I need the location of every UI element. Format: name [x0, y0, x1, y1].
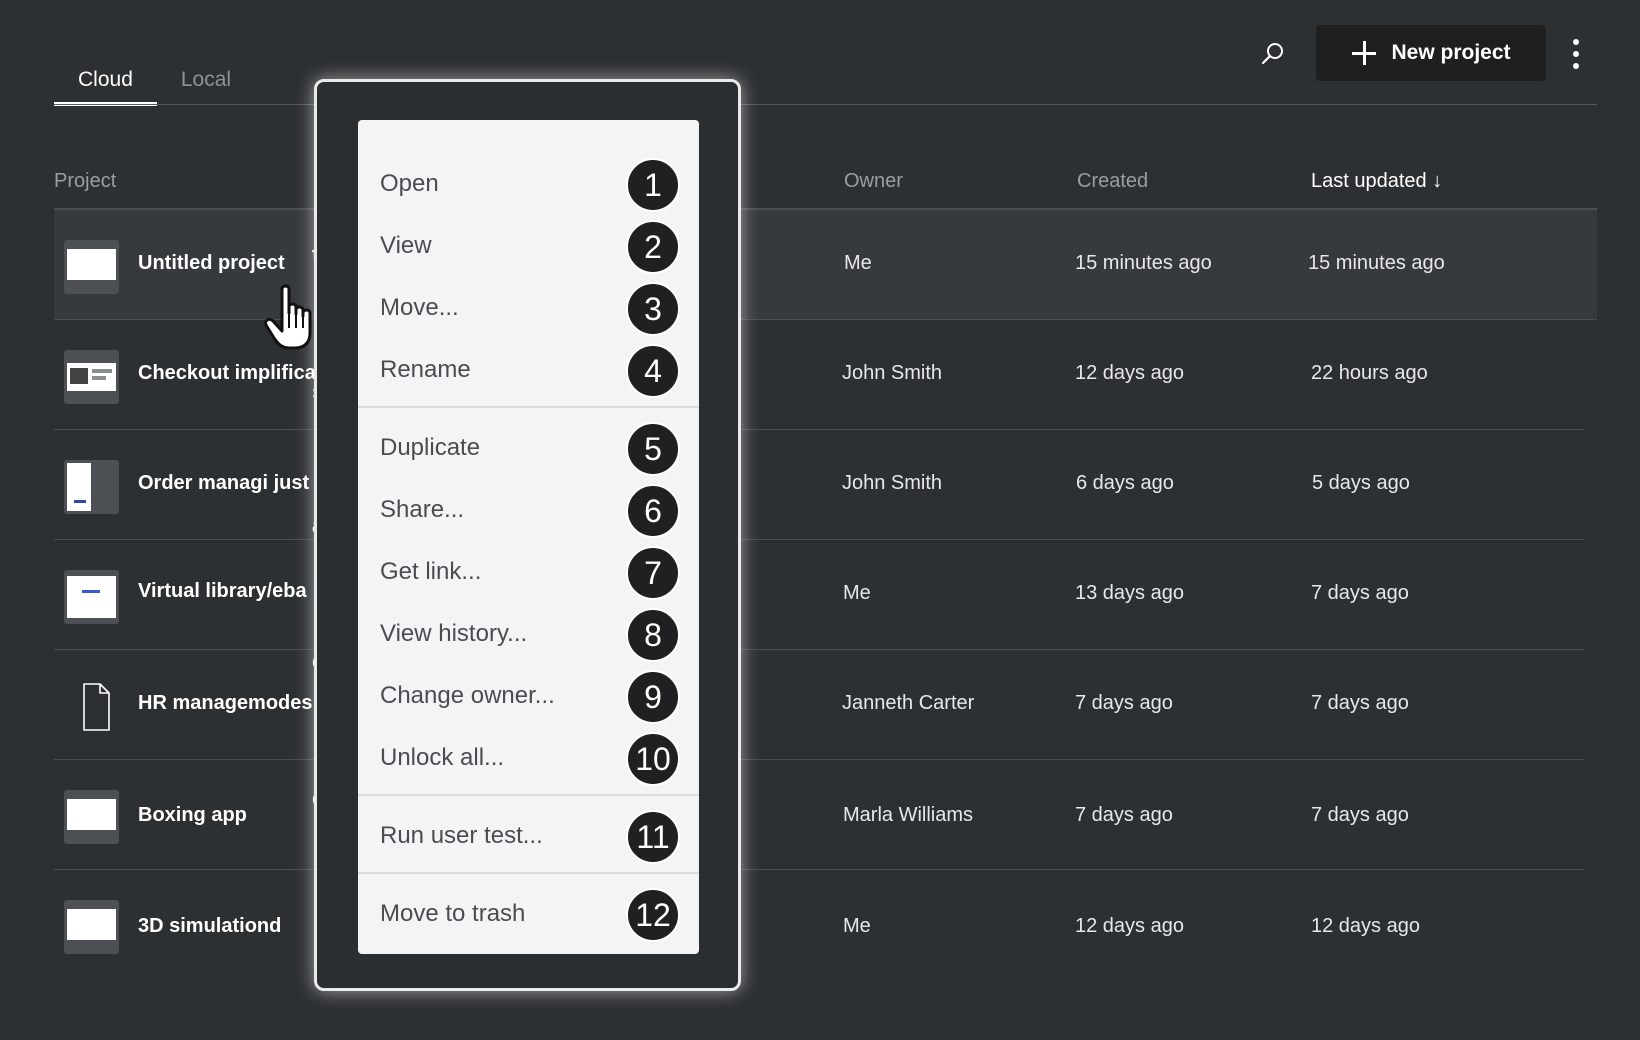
context-menu-callout: Open 1 View 2 Move... 3 Rename 4 Duplica… [314, 79, 741, 991]
project-name: 3D simulationd [138, 915, 282, 937]
kebab-icon [1573, 39, 1579, 45]
project-owner: Me [844, 252, 872, 274]
project-updated: 7 days ago [1311, 692, 1409, 714]
project-thumbnail [64, 350, 119, 404]
number-badge: 6 [626, 484, 680, 538]
menu-item-move[interactable]: Move... 3 [358, 278, 699, 340]
menu-item-unlock-all[interactable]: Unlock all... 10 [358, 728, 699, 790]
table-row[interactable]: HR managemodes Janneth Carter 7 days ago… [54, 650, 1584, 760]
context-menu: Open 1 View 2 Move... 3 Rename 4 Duplica… [358, 120, 699, 954]
project-owner: Marla Williams [843, 804, 973, 826]
project-updated: 5 days ago [1312, 472, 1410, 494]
number-badge: 5 [626, 422, 680, 476]
menu-item-label: View [380, 232, 432, 259]
number-badge: 7 [626, 546, 680, 600]
project-name: Untitled project [138, 252, 285, 274]
sort-down-icon: ↓ [1432, 170, 1443, 192]
number-badge: 11 [626, 810, 680, 864]
project-thumbnail [64, 900, 119, 954]
column-header-created[interactable]: Created [1077, 170, 1148, 193]
menu-item-open[interactable]: Open 1 [358, 154, 699, 216]
table-row[interactable]: Order managi just John Smith 6 days ago … [54, 430, 1584, 540]
hand-cursor-icon [264, 284, 312, 350]
menu-item-view-history[interactable]: View history... 8 [358, 604, 699, 666]
project-owner: Me [843, 915, 871, 937]
new-project-label: New project [1391, 41, 1511, 64]
menu-item-label: Run user test... [380, 822, 543, 849]
project-created: 7 days ago [1075, 804, 1173, 826]
menu-item-get-link[interactable]: Get link... 7 [358, 542, 699, 604]
column-header-last-updated[interactable]: Last updated ↓ [1311, 170, 1442, 193]
number-badge: 10 [626, 732, 680, 786]
table-row[interactable]: Virtual library/eba Me 13 days ago 7 day… [54, 540, 1584, 650]
file-icon [64, 680, 119, 734]
project-thumbnail [64, 240, 119, 294]
plus-icon [1351, 40, 1377, 66]
project-thumbnail [64, 460, 119, 514]
project-thumbnail [64, 790, 119, 844]
column-header-project[interactable]: Project [54, 170, 116, 193]
menu-item-run-user-test[interactable]: Run user test... 11 [358, 806, 699, 868]
project-created: 6 days ago [1076, 472, 1174, 494]
number-badge: 8 [626, 608, 680, 662]
project-owner: Janneth Carter [842, 692, 975, 714]
tab-local[interactable]: Local [157, 62, 255, 106]
project-updated: 22 hours ago [1311, 362, 1428, 384]
menu-item-label: Change owner... [380, 682, 555, 709]
menu-item-label: Duplicate [380, 434, 481, 461]
project-name: Boxing app [138, 804, 247, 826]
header-divider [54, 104, 1597, 105]
menu-item-move-to-trash[interactable]: Move to trash 12 [358, 884, 699, 946]
menu-item-label: Rename [380, 356, 471, 383]
project-updated: 12 days ago [1311, 915, 1420, 937]
project-created: 12 days ago [1075, 915, 1184, 937]
table-row[interactable]: 3D simulationd Me 12 days ago 12 days ag… [54, 870, 1584, 980]
project-name: Checkout implificat [138, 362, 323, 384]
menu-separator [358, 872, 699, 874]
menu-separator [358, 794, 699, 796]
project-owner: John Smith [842, 362, 943, 384]
menu-item-label: Share... [380, 496, 465, 523]
menu-item-view[interactable]: View 2 [358, 216, 699, 278]
menu-separator [358, 406, 699, 408]
number-badge: 1 [626, 158, 680, 212]
menu-item-label: Get link... [380, 558, 482, 585]
search-button[interactable] [1255, 36, 1291, 72]
menu-item-label: Open [380, 170, 439, 197]
project-owner: John Smith [842, 472, 943, 494]
number-badge: 12 [626, 888, 680, 942]
project-updated: 7 days ago [1311, 804, 1409, 826]
more-options-button[interactable] [1564, 36, 1588, 72]
menu-item-duplicate[interactable]: Duplicate 5 [358, 418, 699, 480]
menu-item-label: Move to trash [380, 900, 526, 927]
project-owner: Me [843, 582, 871, 604]
tab-cloud[interactable]: Cloud [54, 62, 157, 106]
project-name: Virtual library/eba [138, 580, 307, 602]
project-updated: 7 days ago [1311, 582, 1409, 604]
project-updated: 15 minutes ago [1308, 252, 1445, 274]
number-badge: 4 [626, 344, 680, 398]
number-badge: 3 [626, 282, 680, 336]
number-badge: 2 [626, 220, 680, 274]
project-created: 12 days ago [1075, 362, 1184, 384]
project-name: Order managi just [138, 472, 310, 494]
project-created: 7 days ago [1075, 692, 1173, 714]
menu-item-share[interactable]: Share... 6 [358, 480, 699, 542]
column-header-owner[interactable]: Owner [844, 170, 903, 193]
number-badge: 9 [626, 670, 680, 724]
project-name: HR managemodes [138, 692, 313, 714]
menu-item-change-owner[interactable]: Change owner... 9 [358, 666, 699, 728]
search-icon [1261, 43, 1283, 65]
project-thumbnail [64, 570, 119, 624]
menu-item-label: Unlock all... [380, 744, 505, 771]
new-project-button[interactable]: New project [1316, 25, 1546, 81]
project-created: 13 days ago [1075, 582, 1184, 604]
menu-item-label: View history... [380, 620, 528, 647]
menu-item-label: Move... [380, 294, 459, 321]
last-updated-label: Last updated [1311, 170, 1427, 192]
menu-item-rename[interactable]: Rename 4 [358, 340, 699, 402]
project-created: 15 minutes ago [1075, 252, 1212, 274]
project-tabs: Cloud Local [54, 62, 255, 106]
table-row[interactable]: Boxing app Marla Williams 7 days ago 7 d… [54, 760, 1584, 870]
